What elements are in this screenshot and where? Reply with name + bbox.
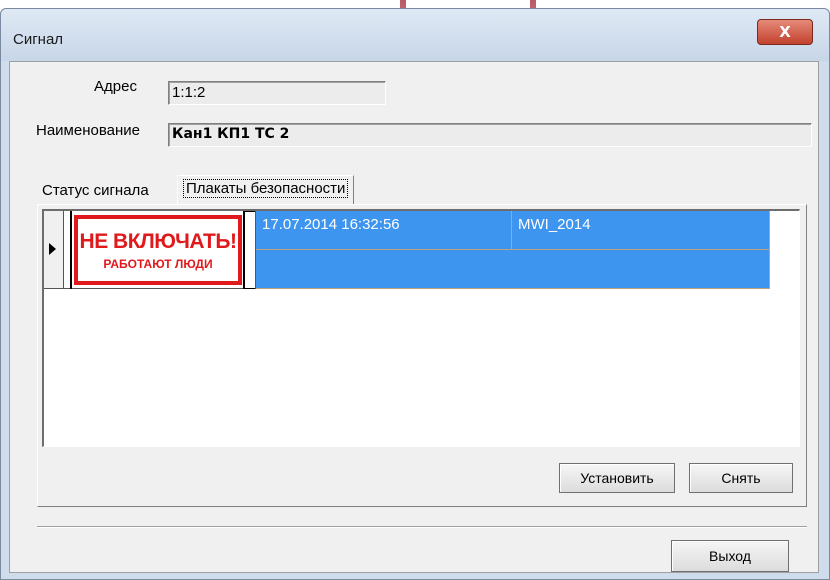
close-button[interactable]: X — [757, 19, 813, 45]
name-field: Кан1 КП1 ТС 2 — [168, 123, 812, 147]
row-indicator[interactable] — [44, 211, 64, 289]
address-field: 1:1:2 — [168, 81, 386, 105]
poster-title: НЕ ВКЛЮЧАТЬ! — [79, 229, 237, 253]
separator — [37, 526, 807, 528]
name-label: Наименование — [36, 122, 140, 139]
tab-signal-status[interactable]: Статус сигнала — [37, 178, 154, 204]
dialog-client-area: Адрес 1:1:2 Наименование Кан1 КП1 ТС 2 С… — [9, 61, 819, 573]
safety-poster-image: НЕ ВКЛЮЧАТЬ! РАБОТАЮТ ЛЮДИ — [74, 215, 242, 285]
current-row-arrow-icon — [49, 243, 56, 255]
datetime-cell[interactable]: 17.07.2014 16:32:56 — [256, 211, 512, 250]
posters-grid[interactable]: НЕ ВКЛЮЧАТЬ! РАБОТАЮТ ЛЮДИ 17.07.2014 16… — [42, 209, 800, 447]
window-title: Сигнал — [13, 31, 64, 48]
remove-button[interactable]: Снять — [689, 463, 793, 493]
install-button[interactable]: Установить — [559, 463, 675, 493]
poster-cell-edge — [243, 211, 255, 289]
user-cell[interactable]: MWI_2014 — [512, 211, 770, 250]
address-label: Адрес — [94, 78, 137, 95]
title-bar[interactable]: Сигнал X — [1, 9, 829, 61]
safety-posters-panel: НЕ ВКЛЮЧАТЬ! РАБОТАЮТ ЛЮДИ 17.07.2014 16… — [37, 204, 807, 507]
exit-button[interactable]: Выход — [671, 540, 789, 572]
signal-dialog: Сигнал X Адрес 1:1:2 Наименование Кан1 К… — [0, 8, 830, 580]
close-icon: X — [779, 23, 791, 41]
poster-subtitle: РАБОТАЮТ ЛЮДИ — [103, 256, 213, 271]
tab-safety-posters[interactable]: Плакаты безопасности — [177, 175, 355, 204]
tab-safety-posters-label: Плакаты безопасности — [183, 179, 349, 198]
table-row-detail[interactable] — [256, 250, 770, 289]
poster-cell[interactable]: НЕ ВКЛЮЧАТЬ! РАБОТАЮТ ЛЮДИ — [64, 211, 256, 289]
